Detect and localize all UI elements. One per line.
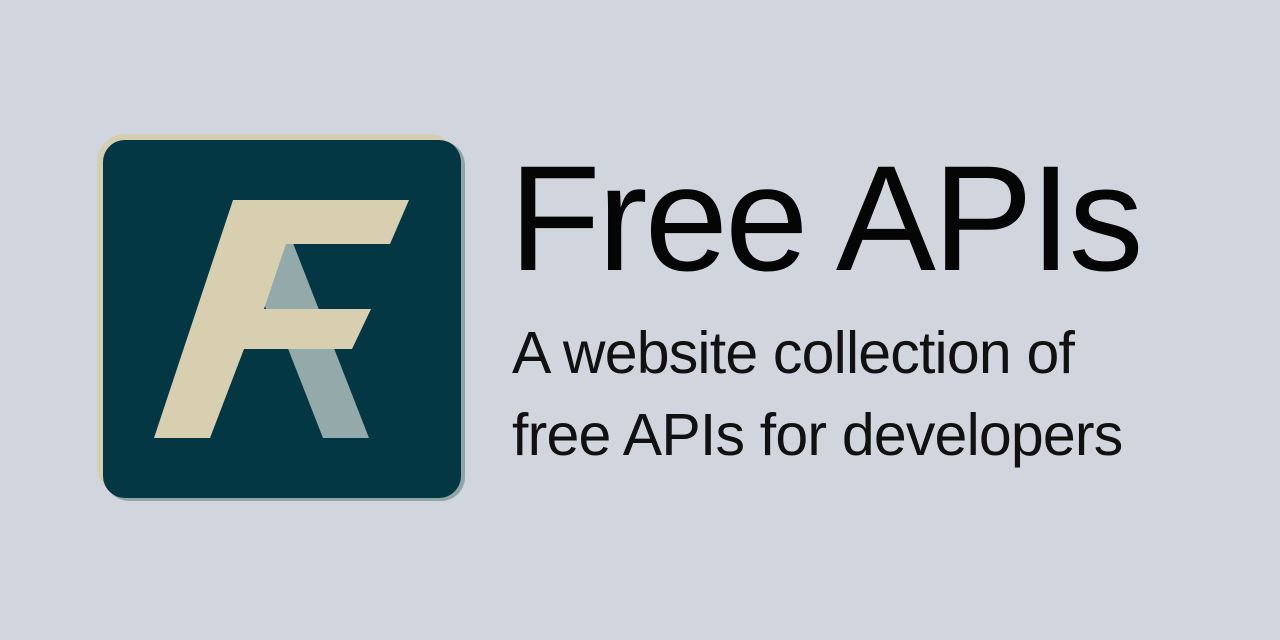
page-subtitle: A website collection of free APIs for de… bbox=[512, 312, 1252, 476]
subtitle-line-2: free APIs for developers bbox=[512, 402, 1123, 468]
free-apis-logo bbox=[97, 134, 465, 501]
hero-banner: Free APIs A website collection of free A… bbox=[0, 0, 1280, 640]
page-title: Free APIs bbox=[509, 134, 1144, 302]
subtitle-line-1: A website collection of bbox=[512, 320, 1075, 386]
